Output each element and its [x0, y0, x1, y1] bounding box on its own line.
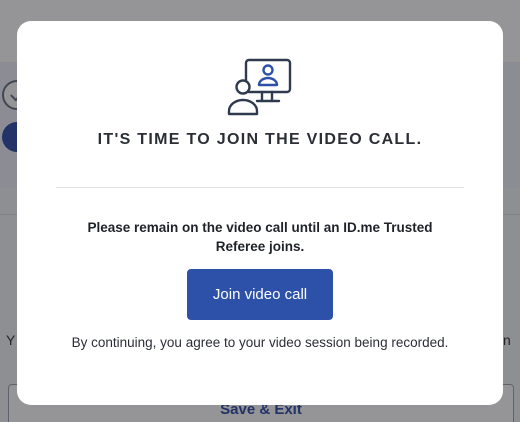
video-call-modal: IT'S TIME TO JOIN THE VIDEO CALL. Please…: [17, 21, 503, 405]
modal-title: IT'S TIME TO JOIN THE VIDEO CALL.: [97, 131, 423, 148]
modal-divider: [56, 187, 464, 188]
join-video-call-button[interactable]: Join video call: [187, 269, 333, 320]
modal-message: Please remain on the video call until an…: [87, 220, 433, 254]
recording-consent-text: By continuing, you agree to your video s…: [71, 335, 449, 350]
video-call-agent-icon: [227, 58, 292, 116]
